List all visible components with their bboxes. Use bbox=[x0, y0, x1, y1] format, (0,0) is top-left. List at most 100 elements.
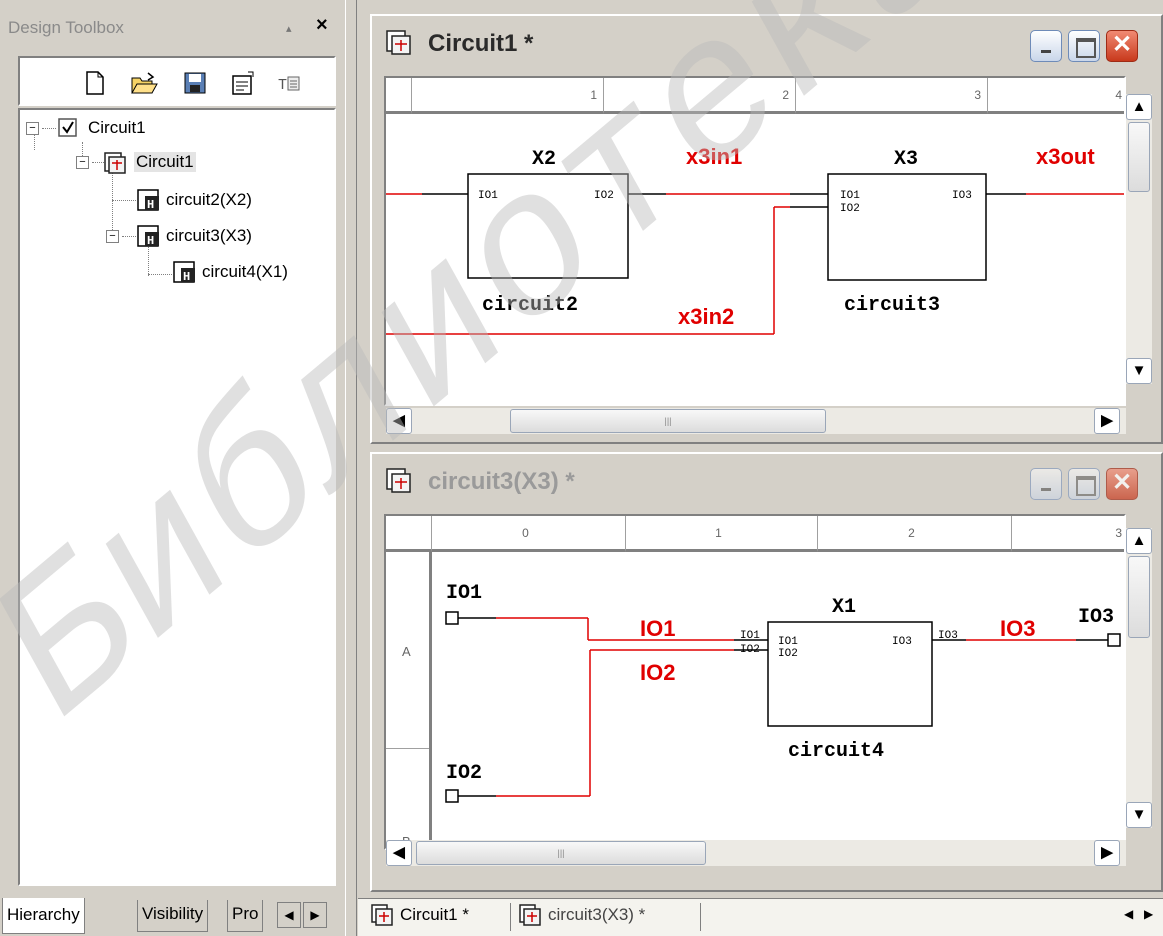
scroll-left-button[interactable]: ◀ bbox=[386, 840, 412, 866]
port-label-io1: IO1 bbox=[446, 582, 482, 605]
scroll-thumb[interactable]: ||| bbox=[510, 409, 826, 433]
schematic-icon bbox=[384, 466, 414, 496]
net-label-io1: IO1 bbox=[640, 616, 675, 641]
maximize-button[interactable] bbox=[1068, 30, 1100, 62]
tree-item-circuit1-root[interactable]: Circuit1 bbox=[88, 118, 146, 138]
schematic-canvas[interactable]: 1 2 3 4 X2 circuit2 IO1 IO2 X3 circuit3 bbox=[384, 76, 1126, 406]
svg-text:T: T bbox=[278, 77, 287, 94]
scroll-left-button[interactable]: ◀ bbox=[386, 408, 412, 434]
hdl-icon: H bbox=[136, 224, 160, 248]
save-icon[interactable] bbox=[182, 70, 208, 96]
checkbox-icon[interactable] bbox=[56, 116, 80, 140]
ruler-column: 1 bbox=[412, 78, 604, 114]
block-x2-name: X2 bbox=[532, 148, 556, 171]
hdl-icon: H bbox=[136, 188, 160, 212]
ruler-column: 0 bbox=[432, 516, 626, 552]
pin-label: IO2 bbox=[740, 644, 760, 656]
doc-tab-circuit3[interactable]: circuit3(X3) * bbox=[518, 899, 645, 933]
schematic-drawing: IO1 IO2 X1 circuit4 IO1 IO2 IO3 IO1 IO2 … bbox=[445, 582, 1121, 803]
doc-tab-next-button[interactable]: ▶ bbox=[1144, 907, 1153, 921]
minimize-button[interactable] bbox=[1030, 30, 1062, 62]
scroll-thumb[interactable] bbox=[1128, 122, 1150, 192]
toolbox-tabs: Hierarchy Visibility Pro ◀ ▶ bbox=[0, 898, 345, 936]
tab-hierarchy[interactable]: Hierarchy bbox=[2, 898, 85, 934]
scroll-up-button[interactable]: ▲ bbox=[1126, 528, 1152, 554]
net-label-x3out: x3out bbox=[1036, 144, 1095, 169]
scroll-down-button[interactable]: ▼ bbox=[1126, 802, 1152, 828]
doc-tab-circuit1[interactable]: Circuit1 * bbox=[370, 899, 469, 933]
close-icon[interactable]: × bbox=[316, 14, 328, 37]
pin-label: IO2 bbox=[840, 203, 860, 215]
block-x3-type: circuit3 bbox=[844, 294, 940, 317]
schematic-icon bbox=[384, 28, 414, 58]
block-x1-type: circuit4 bbox=[788, 740, 884, 763]
horizontal-scrollbar[interactable]: ◀ ||| ▶ bbox=[386, 840, 1126, 866]
pin-label: IO1 bbox=[840, 190, 860, 202]
scroll-right-button[interactable]: ▶ bbox=[1094, 840, 1120, 866]
schematic-icon bbox=[518, 903, 544, 929]
panel-splitter[interactable] bbox=[345, 0, 357, 936]
pin-label: IO3 bbox=[892, 636, 912, 648]
tree-item-circuit2[interactable]: circuit2(X2) bbox=[166, 190, 252, 210]
doc-tab-prev-button[interactable]: ◀ bbox=[1124, 907, 1133, 921]
ruler-column: 2 bbox=[818, 516, 1012, 552]
doc-tab-label: Circuit1 * bbox=[400, 905, 469, 924]
block-x1-name: X1 bbox=[832, 596, 856, 619]
circuit3-titlebar[interactable]: circuit3(X3) * ✕ bbox=[378, 462, 1155, 502]
hierarchy-tree: − Circuit1 − Circuit1 H circuit2(X2) − H… bbox=[18, 108, 336, 886]
tree-item-circuit1[interactable]: Circuit1 bbox=[134, 152, 196, 172]
app-window: Design Toolbox ▴ × T − Circuit1 − Circui… bbox=[0, 0, 1163, 936]
properties-icon[interactable] bbox=[230, 70, 256, 96]
minimize-button[interactable] bbox=[1030, 468, 1062, 500]
ruler-column: 1 bbox=[626, 516, 818, 552]
scroll-down-button[interactable]: ▼ bbox=[1126, 358, 1152, 384]
tree-collapse-toggle[interactable]: − bbox=[26, 122, 39, 135]
document-tabs: Circuit1 * circuit3(X3) * ◀ ▶ bbox=[358, 898, 1163, 936]
new-document-icon[interactable] bbox=[82, 70, 108, 96]
pin-label: IO2 bbox=[778, 648, 798, 660]
tab-scroll-left-button[interactable]: ◀ bbox=[277, 902, 301, 928]
schematic-icon bbox=[102, 150, 126, 174]
scroll-up-button[interactable]: ▲ bbox=[1126, 94, 1152, 120]
circuit1-window: Circuit1 * ✕ 1 2 3 4 X2 circuit2 IO1 IO2 bbox=[370, 14, 1163, 444]
scroll-thumb[interactable] bbox=[1128, 556, 1150, 638]
port-io2[interactable] bbox=[445, 789, 459, 803]
tab-scroll-right-button[interactable]: ▶ bbox=[303, 902, 327, 928]
tab-visibility[interactable]: Visibility bbox=[137, 900, 209, 932]
ruler-column: 3 bbox=[1012, 516, 1124, 552]
pin-icon[interactable]: ▴ bbox=[286, 22, 292, 35]
tree-collapse-toggle[interactable]: − bbox=[106, 230, 119, 243]
maximize-button[interactable] bbox=[1068, 468, 1100, 500]
vertical-scrollbar[interactable]: ▲ ▼ bbox=[1126, 94, 1152, 384]
vertical-scrollbar[interactable]: ▲ ▼ bbox=[1126, 528, 1152, 828]
port-io1[interactable] bbox=[445, 611, 459, 625]
tree-item-circuit3[interactable]: circuit3(X3) bbox=[166, 226, 252, 246]
circuit3-window: circuit3(X3) * ✕ 0 1 2 3 A B IO1 bbox=[370, 452, 1163, 892]
port-label-io2: IO2 bbox=[446, 762, 482, 785]
tree-collapse-toggle[interactable]: − bbox=[76, 156, 89, 169]
ruler-column: 3 bbox=[796, 78, 988, 114]
port-io3[interactable] bbox=[1107, 633, 1121, 647]
pin-label: IO3 bbox=[952, 190, 972, 202]
scroll-right-button[interactable]: ▶ bbox=[1094, 408, 1120, 434]
toolbox-toolbar: T bbox=[18, 56, 336, 106]
tab-properties[interactable]: Pro bbox=[227, 900, 264, 932]
horizontal-scrollbar[interactable]: ◀ ||| ▶ bbox=[386, 408, 1126, 434]
pin-label: IO1 bbox=[740, 630, 760, 642]
text-edit-icon[interactable]: T bbox=[276, 70, 302, 96]
port-label-io3: IO3 bbox=[1078, 606, 1114, 629]
ruler-column: 4 bbox=[988, 78, 1124, 114]
net-label-io2: IO2 bbox=[640, 660, 675, 685]
schematic-canvas[interactable]: 0 1 2 3 A B IO1 IO2 bbox=[384, 514, 1126, 850]
open-folder-icon[interactable] bbox=[130, 70, 158, 96]
tree-item-circuit4[interactable]: circuit4(X1) bbox=[202, 262, 288, 282]
circuit1-titlebar[interactable]: Circuit1 * ✕ bbox=[378, 24, 1155, 64]
net-label-x3in1: x3in1 bbox=[686, 144, 742, 169]
pin-label: IO2 bbox=[594, 190, 614, 202]
scroll-thumb[interactable]: ||| bbox=[416, 841, 706, 865]
window-title: Circuit1 * bbox=[428, 30, 534, 57]
close-button[interactable]: ✕ bbox=[1106, 468, 1138, 500]
close-button[interactable]: ✕ bbox=[1106, 30, 1138, 62]
net-label-x3in2: x3in2 bbox=[678, 304, 734, 329]
doc-tab-label: circuit3(X3) * bbox=[548, 905, 646, 924]
